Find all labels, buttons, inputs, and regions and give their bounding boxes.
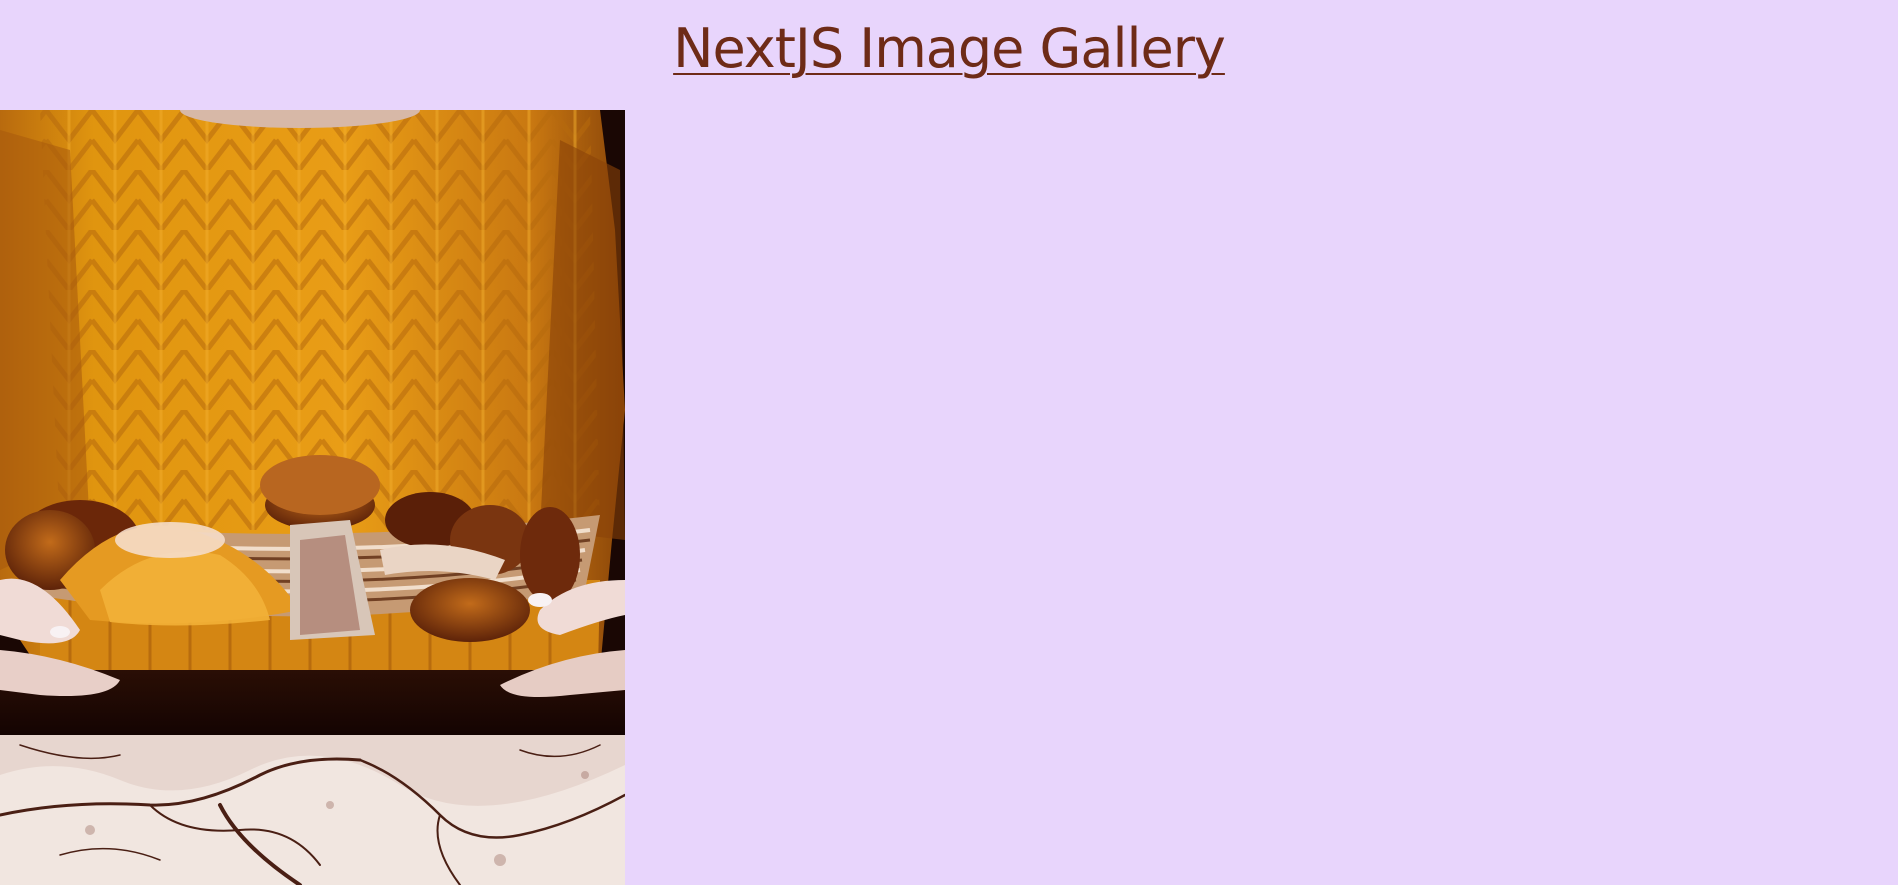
- page-title: NextJS Image Gallery: [0, 10, 1898, 88]
- gallery-image-marble[interactable]: [0, 735, 625, 885]
- gallery-page: NextJS Image Gallery: [0, 0, 1898, 885]
- marble-photo: [0, 735, 625, 885]
- image-gallery: [0, 110, 625, 885]
- gallery-image-mushroom-basket[interactable]: [0, 110, 625, 735]
- mushroom-basket-photo: [0, 110, 625, 735]
- page-title-link[interactable]: NextJS Image Gallery: [673, 17, 1226, 80]
